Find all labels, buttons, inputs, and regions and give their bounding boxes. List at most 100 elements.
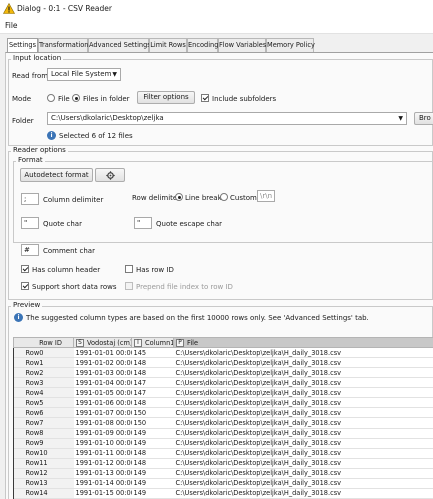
column1-cell: 150 (131, 407, 174, 419)
row-id-cell: Row3 (13, 377, 74, 389)
has-column-header-checkbox[interactable] (21, 265, 29, 273)
quote-char-input[interactable]: " (21, 217, 39, 229)
file-cell: C:\Users\dkolaric\Desktop\zeljka\H_daily… (173, 428, 433, 439)
vodostaj-cell: 1991-01-09 00:00 (73, 428, 132, 439)
vodostaj-cell: 1991-01-06 00:00 (73, 397, 132, 409)
comment-char-input[interactable]: # (21, 244, 39, 256)
table-row[interactable]: Row9 1991-01-10 00:00 149 C:\Users\dkolaric… (13, 438, 433, 449)
format-legend: Format (16, 156, 45, 164)
folder-path-value: C:\Users\dkolaric\Desktop\zeljka (51, 114, 164, 122)
vodostaj-cell: 1991-01-08 00:00 (73, 417, 132, 429)
preview-info: The suggested column types are based on … (26, 314, 369, 322)
tab-limit-rows[interactable]: Limit Rows (149, 38, 187, 52)
row-id-cell: Row2 (13, 367, 74, 379)
table-row[interactable]: Row14 1991-01-15 00:00 149 C:\Users\dkolari… (13, 488, 433, 499)
tab-settings[interactable]: Settings (7, 38, 38, 53)
vodostaj-cell: 1991-01-05 00:00 (73, 387, 132, 399)
tab-encoding[interactable]: Encoding (187, 38, 218, 52)
table-row[interactable]: Row12 1991-01-13 00:00 149 C:\Users\dkolari… (13, 468, 433, 479)
browse-button[interactable]: Bro (414, 112, 433, 125)
table-row[interactable]: Row13 1991-01-14 00:00 149 C:\Users\dkolari… (13, 478, 433, 489)
row-id-cell: Row7 (13, 417, 74, 429)
read-from-value: Local File System (51, 70, 112, 78)
comment-char-label: Comment char (43, 247, 95, 255)
column-header-row-id[interactable]: Row ID (13, 337, 74, 348)
column1-cell: 148 (131, 367, 174, 379)
prepend-file-index-checkbox[interactable] (125, 282, 133, 290)
has-row-id-label: Has row ID (136, 266, 174, 274)
support-short-rows-checkbox[interactable] (21, 282, 29, 290)
mode-files-in-folder-radio[interactable] (72, 94, 80, 102)
tab-strip: Settings Transformation Advanced Setting… (0, 38, 433, 53)
column-name: Vodostaj (cm) (87, 338, 132, 347)
gear-icon (106, 171, 115, 180)
integer-type-icon: I (134, 338, 142, 347)
table-row[interactable]: Row8 1991-01-09 00:00 149 C:\Users\dkolaric… (13, 428, 433, 439)
column-name: Column1 (145, 338, 174, 347)
menu-file[interactable]: File (5, 21, 18, 30)
autodetect-settings-button[interactable] (95, 168, 125, 182)
table-row[interactable]: Row1 1991-01-02 00:00 148 C:\Users\dkolaric… (13, 357, 433, 369)
table-row[interactable]: Row10 1991-01-11 00:00 148 C:\Users\dkolari… (13, 448, 433, 459)
row-id-cell: Row14 (13, 488, 74, 499)
table-row[interactable]: Row7 1991-01-08 00:00 150 C:\Users\dkolaric… (13, 417, 433, 429)
autodetect-format-button[interactable]: Autodetect format (20, 168, 93, 182)
custom-delimiter-input[interactable]: \r\n (257, 190, 275, 202)
mode-label: Mode (12, 95, 32, 103)
tab-advanced-settings[interactable]: Advanced Settings (88, 38, 151, 52)
reader-options-legend: Reader options (11, 146, 68, 154)
table-row[interactable]: Row4 1991-01-05 00:00 147 C:\Users\dkolaric… (13, 387, 433, 399)
column1-cell: 150 (131, 417, 174, 429)
row-delimiter-label: Row delimiter (132, 194, 181, 202)
table-row[interactable]: Row5 1991-01-06 00:00 148 C:\Users\dkolaric… (13, 397, 433, 409)
column-header-column1[interactable]: I Column1 (131, 337, 174, 348)
chevron-down-icon: ▼ (112, 71, 117, 78)
column1-cell: 148 (131, 357, 174, 369)
tab-memory-policy[interactable]: Memory Policy (266, 38, 315, 52)
row-id-cell: Row6 (13, 407, 74, 419)
quote-escape-input[interactable]: " (134, 217, 152, 229)
custom-delimiter-radio[interactable] (220, 193, 228, 201)
line-break-radio[interactable] (175, 193, 183, 201)
column1-cell: 148 (131, 458, 174, 469)
vodostaj-cell: 1991-01-10 00:00 (73, 438, 132, 449)
mode-file-radio[interactable] (47, 94, 55, 102)
prepend-file-index-label: Prepend file index to row ID (136, 283, 233, 291)
has-row-id-checkbox[interactable] (125, 265, 133, 273)
path-type-icon: P (176, 338, 184, 347)
table-row[interactable]: Row6 1991-01-07 00:00 150 C:\Users\dkolaric… (13, 407, 433, 419)
column1-cell: 148 (131, 397, 174, 409)
table-row[interactable]: Row3 1991-01-04 00:00 147 C:\Users\dkolaric… (13, 377, 433, 389)
file-cell: C:\Users\dkolaric\Desktop\zeljka\H_daily… (173, 367, 433, 379)
string-type-icon: S (76, 338, 84, 347)
file-cell: C:\Users\dkolaric\Desktop\zeljka\H_daily… (173, 448, 433, 459)
table-row[interactable]: Row11 1991-01-12 00:00 148 C:\Users\dkolari… (13, 458, 433, 469)
row-id-cell: Row11 (13, 458, 74, 469)
filter-options-button[interactable]: Filter options (137, 91, 195, 104)
warning-triangle-icon (3, 3, 15, 14)
vodostaj-cell: 1991-01-14 00:00 (73, 478, 132, 489)
column1-cell: 145 (131, 347, 174, 359)
table-row[interactable]: Row2 1991-01-03 00:00 148 C:\Users\dkolaric… (13, 367, 433, 379)
row-id-cell: Row8 (13, 428, 74, 439)
column1-cell: 149 (131, 438, 174, 449)
column-header-file[interactable]: P File (173, 337, 433, 348)
chevron-down-icon: ▼ (398, 115, 403, 122)
file-cell: C:\Users\dkolaric\Desktop\zeljka\H_daily… (173, 407, 433, 419)
vodostaj-cell: 1991-01-12 00:00 (73, 458, 132, 469)
tab-flow-variables[interactable]: Flow Variables (218, 38, 266, 52)
read-from-dropdown[interactable]: Local File System ▼ (47, 68, 121, 81)
include-subfolders-checkbox[interactable] (201, 94, 209, 102)
vodostaj-cell: 1991-01-07 00:00 (73, 407, 132, 419)
support-short-rows-label: Support short data rows (32, 283, 117, 291)
column-delimiter-input[interactable]: ; (21, 193, 39, 205)
folder-path-input[interactable]: C:\Users\dkolaric\Desktop\zeljka ▼ (47, 112, 407, 125)
table-row[interactable]: Row0 1991-01-01 00:00 145 C:\Users\dkolaric… (13, 347, 433, 359)
tab-transformation[interactable]: Transformation (38, 38, 88, 52)
row-id-cell: Row9 (13, 438, 74, 449)
file-cell: C:\Users\dkolaric\Desktop\zeljka\H_daily… (173, 397, 433, 409)
input-location-legend: Input location (11, 54, 64, 62)
file-cell: C:\Users\dkolaric\Desktop\zeljka\H_daily… (173, 478, 433, 489)
column-header-vodostaj[interactable]: S Vodostaj (cm) (73, 337, 132, 348)
line-break-label: Line break (185, 194, 222, 202)
